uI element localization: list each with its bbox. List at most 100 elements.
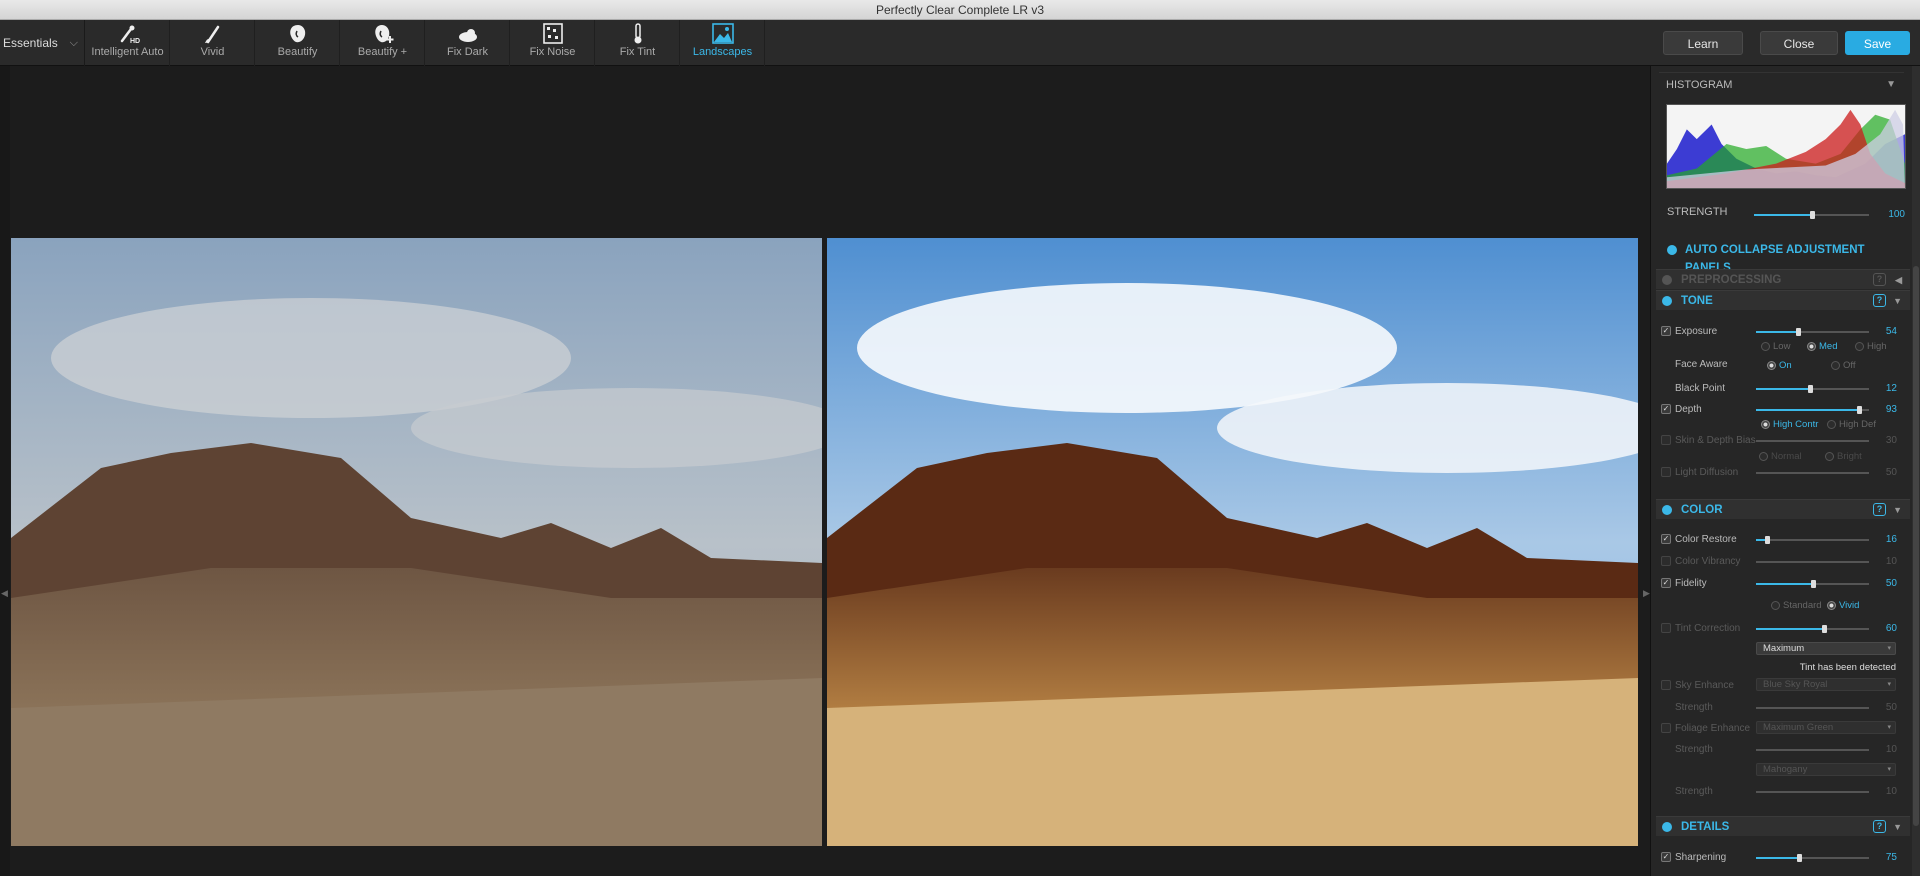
strength-value: 100 — [1888, 209, 1905, 220]
exposure-label: Exposure — [1675, 326, 1718, 337]
slider-knob[interactable] — [1808, 385, 1814, 393]
slider-knob[interactable] — [1821, 625, 1827, 633]
color-vibrancy-slider[interactable] — [1756, 561, 1869, 563]
expand-triangle-icon[interactable]: ◀ — [1895, 270, 1902, 290]
tool-vivid[interactable]: Vivid — [171, 20, 255, 66]
depth-checkbox[interactable]: ✓ — [1661, 404, 1671, 414]
foliage-strength-slider[interactable] — [1756, 749, 1869, 751]
section-preprocessing[interactable]: PREPROCESSING ? ◀ — [1656, 269, 1910, 289]
histogram-header[interactable]: HISTOGRAM ▼ — [1659, 72, 1904, 96]
learn-button[interactable]: Learn — [1663, 31, 1743, 55]
depth-high-def-radio[interactable]: High Def — [1827, 419, 1876, 430]
face-plus-icon — [341, 20, 424, 46]
sharpening-slider[interactable] — [1756, 854, 1869, 862]
help-icon[interactable]: ? — [1873, 820, 1886, 833]
help-icon[interactable]: ? — [1873, 294, 1886, 307]
after-image — [827, 238, 1638, 846]
face-icon — [256, 20, 339, 46]
help-icon[interactable]: ? — [1873, 503, 1886, 516]
skin-depth-checkbox[interactable] — [1661, 435, 1671, 445]
brush-icon — [171, 20, 254, 46]
help-icon[interactable]: ? — [1873, 273, 1886, 286]
foliage-enhance-select[interactable]: Maximum Green ▾ — [1756, 721, 1896, 734]
left-edge-handle[interactable] — [0, 66, 10, 876]
status-dot — [1662, 296, 1672, 306]
sky-enhance-checkbox[interactable] — [1661, 680, 1671, 690]
toolbar: Essentials ⌵ HD Intelligent Auto Vivid B… — [0, 20, 1920, 66]
chevron-down-icon: ⌵ — [69, 37, 78, 49]
color-vibrancy-checkbox[interactable] — [1661, 556, 1671, 566]
tint-detected-note: Tint has been detected — [1799, 662, 1896, 673]
exposure-slider[interactable] — [1756, 328, 1869, 336]
slider-knob[interactable] — [1809, 211, 1815, 219]
black-point-slider[interactable] — [1756, 385, 1869, 393]
strength-slider[interactable] — [1754, 211, 1869, 219]
color-restore-slider[interactable] — [1756, 536, 1869, 544]
slider-knob[interactable] — [1856, 406, 1862, 414]
exposure-high-radio[interactable]: High — [1855, 341, 1887, 352]
sky-strength-label: Strength — [1675, 702, 1713, 713]
face-aware-on-radio[interactable]: On — [1767, 360, 1792, 371]
save-button[interactable]: Save — [1845, 31, 1910, 55]
slider-knob[interactable] — [1796, 854, 1802, 862]
tool-fix-noise[interactable]: Fix Noise — [511, 20, 595, 66]
section-details[interactable]: DETAILS ? ▼ — [1656, 816, 1910, 836]
slider-knob[interactable] — [1810, 580, 1816, 588]
skin-bright-radio[interactable]: Bright — [1825, 451, 1862, 462]
tool-beautify-plus[interactable]: Beautify + — [341, 20, 425, 66]
tool-label: Fix Noise — [529, 46, 576, 58]
tool-landscapes[interactable]: Landscapes — [681, 20, 765, 66]
exposure-med-radio[interactable]: Med — [1807, 341, 1837, 352]
color-restore-checkbox[interactable]: ✓ — [1661, 534, 1671, 544]
sky-strength-slider[interactable] — [1756, 707, 1869, 709]
foliage-enhance-checkbox[interactable] — [1661, 723, 1671, 733]
preset-select[interactable]: Essentials ⌵ — [0, 20, 85, 66]
depth-slider[interactable] — [1756, 406, 1869, 414]
chevron-right-icon[interactable]: ▶ — [1643, 588, 1650, 599]
status-dot — [1662, 275, 1672, 285]
slider-knob[interactable] — [1765, 536, 1771, 544]
tool-fix-tint[interactable]: Fix Tint — [596, 20, 680, 66]
collapse-triangle-icon[interactable]: ▼ — [1893, 291, 1902, 311]
light-diffusion-checkbox[interactable] — [1661, 467, 1671, 477]
tint-correction-slider[interactable] — [1756, 625, 1869, 633]
close-button[interactable]: Close — [1760, 31, 1838, 55]
scrollbar-thumb[interactable] — [1913, 266, 1919, 826]
tool-fix-dark[interactable]: Fix Dark — [426, 20, 510, 66]
depth-value: 93 — [1885, 404, 1897, 415]
tint-correction-checkbox[interactable] — [1661, 623, 1671, 633]
tool-label: Fix Tint — [619, 46, 656, 58]
exposure-checkbox[interactable]: ✓ — [1661, 326, 1671, 336]
light-diffusion-value: 50 — [1885, 467, 1897, 478]
slider-knob[interactable] — [1795, 328, 1801, 336]
chevron-left-icon[interactable]: ◀ — [1, 588, 8, 599]
fidelity-slider[interactable] — [1756, 580, 1869, 588]
chevron-down-icon: ▾ — [1887, 724, 1891, 731]
section-title: COLOR — [1681, 504, 1723, 516]
fidelity-vivid-radio[interactable]: Vivid — [1827, 600, 1859, 611]
tool-beautify[interactable]: Beautify — [256, 20, 340, 66]
section-color[interactable]: COLOR ? ▼ — [1656, 499, 1910, 519]
collapse-triangle-icon[interactable]: ▼ — [1893, 500, 1902, 520]
collapse-triangle-icon[interactable]: ▼ — [1886, 73, 1896, 97]
third-strength-slider[interactable] — [1756, 791, 1869, 793]
section-tone[interactable]: TONE ? ▼ — [1656, 290, 1910, 310]
fidelity-checkbox[interactable]: ✓ — [1661, 578, 1671, 588]
tool-intelligent-auto[interactable]: HD Intelligent Auto — [86, 20, 170, 66]
depth-high-contr-radio[interactable]: High Contr — [1761, 419, 1818, 430]
skin-depth-slider[interactable] — [1756, 440, 1869, 442]
collapse-triangle-icon[interactable]: ▼ — [1893, 817, 1902, 837]
panel-scrollbar[interactable] — [1912, 66, 1920, 876]
third-tone-select[interactable]: Mahogany ▾ — [1756, 763, 1896, 776]
tint-mode-select[interactable]: Maximum ▾ — [1756, 642, 1896, 655]
skin-normal-radio[interactable]: Normal — [1759, 451, 1802, 462]
foliage-enhance-label: Foliage Enhance — [1675, 723, 1751, 734]
sharpening-checkbox[interactable]: ✓ — [1661, 852, 1671, 862]
face-aware-off-radio[interactable]: Off — [1831, 360, 1856, 371]
fidelity-standard-radio[interactable]: Standard — [1771, 600, 1822, 611]
exposure-low-radio[interactable]: Low — [1761, 341, 1790, 352]
auto-collapse-toggle[interactable]: AUTO COLLAPSE ADJUSTMENT PANELS — [1663, 241, 1913, 274]
light-diffusion-slider[interactable] — [1756, 472, 1869, 474]
sky-enhance-select[interactable]: Blue Sky Royal ▾ — [1756, 678, 1896, 691]
third-strength-label: Strength — [1675, 786, 1713, 797]
